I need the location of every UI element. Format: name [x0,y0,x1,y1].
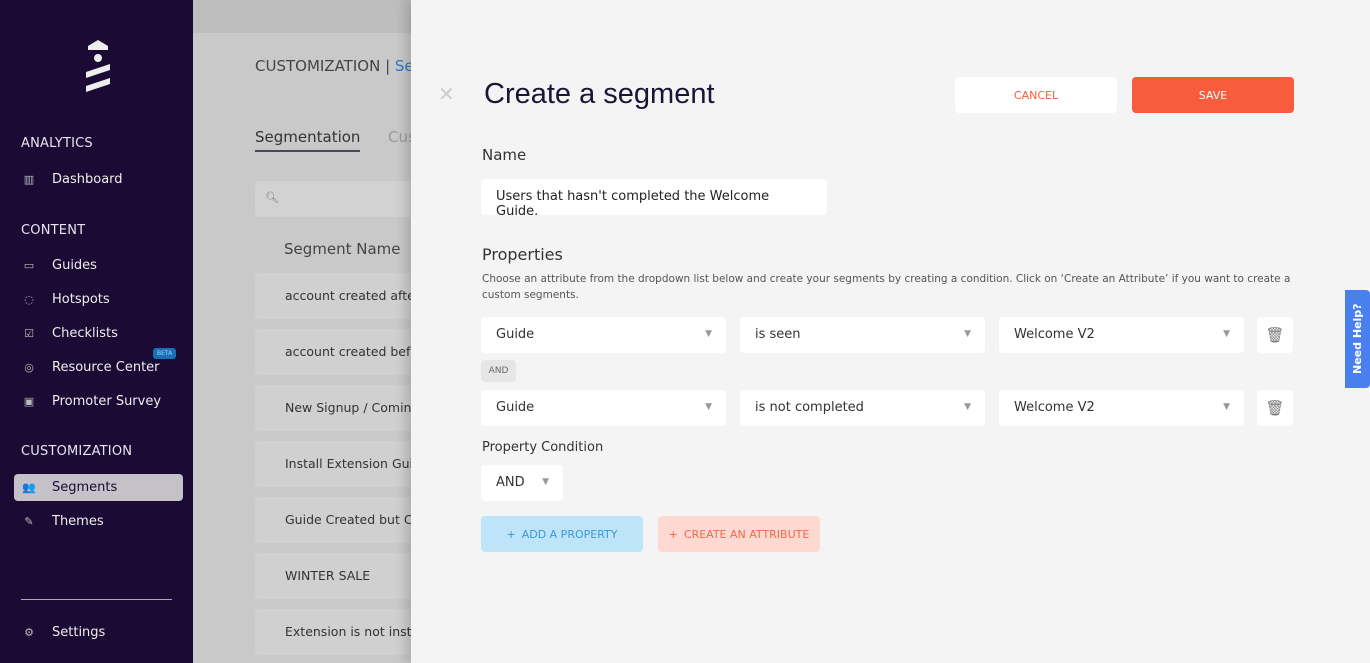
chevron-down-icon: ▼ [542,477,549,487]
value-select[interactable]: Welcome V2 ▼ [999,390,1244,426]
value: Guide [496,327,535,342]
target-icon: ◌ [24,293,34,306]
survey-icon: ▣ [23,395,35,408]
create-attribute-button[interactable]: + CREATE AN ATTRIBUTE [658,516,820,552]
search-icon: 🔍︎ [265,191,279,204]
operator-select[interactable]: is seen ▼ [740,317,985,353]
sidebar-item-checklists[interactable]: ☑ Checklists [14,320,183,347]
value: Guide [496,400,535,415]
cancel-button[interactable]: CANCEL [955,77,1117,113]
property-condition-label: Property Condition [482,440,604,455]
tab-segmentation[interactable]: Segmentation [255,128,361,152]
trash-icon[interactable]: 🗑︎ [1257,390,1293,426]
label: Resource Center [52,360,160,375]
attribute-select[interactable]: Guide ▼ [481,390,726,426]
save-button[interactable]: SAVE [1132,77,1294,113]
brush-icon: ✎ [24,515,34,528]
background-page: CUSTOMIZATION | Se Segmentation Cus 🔍︎ S… [193,0,411,663]
panel-title: Create a segment [484,78,715,110]
sidebar: ANALYTICS ▥ Dashboard CONTENT ▭ Guides ◌ Ho… [0,0,193,663]
lifebuoy-icon: ◎ [24,361,34,374]
label: Settings [52,625,106,640]
checkbox-icon: ☑ [24,327,34,340]
bar-chart-icon: ▥ [23,173,35,186]
attribute-select[interactable]: Guide ▼ [481,317,726,353]
need-help-tab[interactable]: Need Help? [1345,290,1370,388]
label: Promoter Survey [52,394,162,409]
close-icon[interactable]: ✕ [438,82,455,106]
and-joiner: AND [481,360,516,382]
logo [86,40,110,92]
create-segment-panel: ✕ Create a segment CANCEL SAVE Name User… [411,0,1370,663]
message-icon: ▭ [23,259,35,272]
add-property-button[interactable]: + ADD A PROPERTY [481,516,643,552]
top-bar [193,0,411,33]
name-label: Name [482,146,527,164]
gear-icon: ⚙ [24,626,34,639]
chevron-down-icon: ▼ [1223,402,1230,412]
users-icon: 👥 [22,481,36,494]
label: Dashboard [52,172,123,187]
search-input[interactable]: 🔍︎ [255,181,411,217]
sidebar-item-segments[interactable]: 👥 Segments [14,474,183,501]
sidebar-item-dashboard[interactable]: ▥ Dashboard [14,166,183,193]
section-customization: CUSTOMIZATION [21,444,133,459]
divider [21,599,172,600]
properties-label: Properties [482,245,563,264]
column-header: Segment Name [284,240,401,258]
chevron-down-icon: ▼ [705,402,712,412]
table-row[interactable]: account created afte [255,273,411,319]
properties-description: Choose an attribute from the dropdown li… [482,273,1291,301]
table-row[interactable]: account created befo [255,329,411,375]
breadcrumb-current[interactable]: Se [395,57,411,75]
sidebar-item-promoter-survey[interactable]: ▣ Promoter Survey [14,388,183,415]
section-analytics: ANALYTICS [21,136,93,151]
label: Hotspots [52,292,110,307]
trash-icon[interactable]: 🗑︎ [1257,317,1293,353]
table-row[interactable]: New Signup / Coming [255,385,411,431]
operator-select[interactable]: is not completed ▼ [740,390,985,426]
value-select[interactable]: Welcome V2 ▼ [999,317,1244,353]
table-row[interactable]: WINTER SALE [255,553,411,599]
sidebar-item-settings[interactable]: ⚙ Settings [14,619,183,646]
value: Welcome V2 [1014,400,1095,415]
name-input[interactable]: Users that hasn't completed the Welcome … [481,179,827,219]
value: is not completed [755,400,864,415]
section-content: CONTENT [21,223,86,238]
tab-custom[interactable]: Cus [388,128,411,146]
table-row[interactable]: Guide Created but Co [255,497,411,543]
breadcrumb: CUSTOMIZATION | Se [255,57,411,75]
beta-badge: BETA [153,348,177,359]
breadcrumb-root: CUSTOMIZATION | [255,57,391,75]
chevron-down-icon: ▼ [964,402,971,412]
plus-icon: + [506,527,516,541]
label: Themes [52,514,104,529]
label: CREATE AN ATTRIBUTE [683,527,810,541]
value: AND [496,475,525,490]
label: Guides [52,258,97,273]
value: is seen [755,327,801,342]
sidebar-item-themes[interactable]: ✎ Themes [14,508,183,535]
chevron-down-icon: ▼ [705,329,712,339]
label: Checklists [52,326,118,341]
table-row[interactable]: Extension is not insta [255,609,411,655]
label: ADD A PROPERTY [521,527,618,541]
plus-icon: + [668,527,678,541]
value: Welcome V2 [1014,327,1095,342]
table-row[interactable]: Install Extension Gui [255,441,411,487]
chevron-down-icon: ▼ [964,329,971,339]
property-condition-select[interactable]: AND ▼ [481,465,563,501]
label: Segments [52,480,118,495]
chevron-down-icon: ▼ [1223,329,1230,339]
sidebar-item-hotspots[interactable]: ◌ Hotspots [14,286,183,313]
sidebar-item-guides[interactable]: ▭ Guides [14,252,183,279]
